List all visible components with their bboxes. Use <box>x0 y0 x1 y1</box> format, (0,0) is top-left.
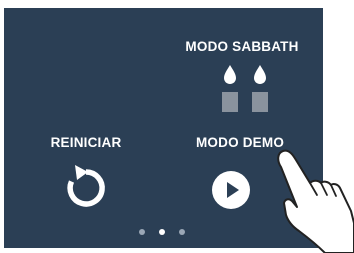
pointing-hand-icon <box>277 149 354 253</box>
candle-flame-left <box>224 65 236 84</box>
page-dot-2-active[interactable] <box>159 229 165 235</box>
demo-mode-button[interactable] <box>212 171 250 209</box>
restart-icon[interactable] <box>61 163 111 213</box>
page-dot-3[interactable] <box>179 229 185 235</box>
candle-body-right <box>252 92 268 112</box>
restart-label: REINICIAR <box>50 135 122 150</box>
candle-body-left <box>222 92 238 112</box>
page-dot-1[interactable] <box>139 229 145 235</box>
candles-icon[interactable] <box>214 64 274 112</box>
sabbath-mode-label: MODO SABBATH <box>185 39 299 54</box>
play-icon <box>227 182 239 198</box>
candle-flame-right <box>254 65 266 84</box>
page-indicator <box>137 227 197 237</box>
